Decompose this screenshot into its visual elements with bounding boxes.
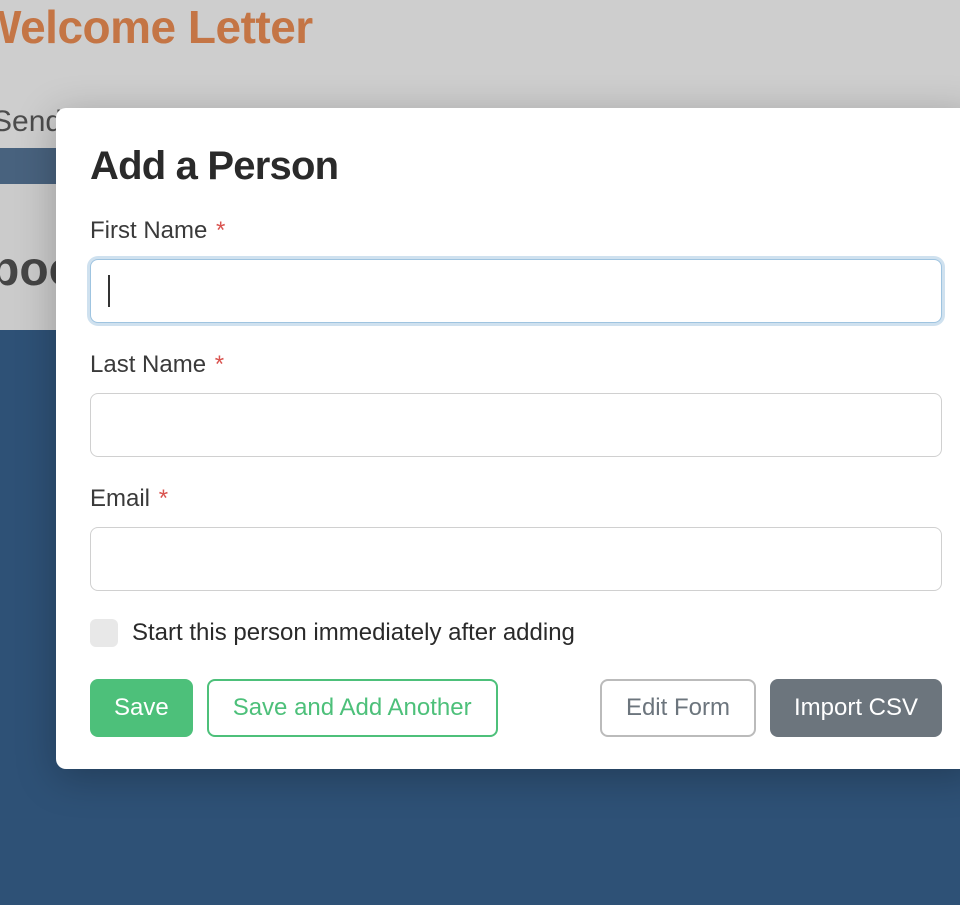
required-marker: * (215, 351, 224, 378)
text-cursor (108, 275, 110, 307)
first-name-label: First Name * (90, 217, 942, 245)
last-name-label-text: Last Name (90, 351, 206, 378)
start-immediately-checkbox[interactable] (90, 619, 118, 647)
add-person-modal: Add a Person First Name * Last Name * Em… (56, 108, 960, 769)
first-name-input[interactable] (90, 259, 942, 323)
edit-form-button[interactable]: Edit Form (600, 679, 756, 737)
first-name-group: First Name * (90, 217, 942, 323)
modal-button-row: Save Save and Add Another Edit Form Impo… (90, 679, 942, 737)
email-label: Email * (90, 485, 942, 513)
last-name-label: Last Name * (90, 351, 942, 379)
email-input[interactable] (90, 527, 942, 591)
required-marker: * (159, 485, 168, 512)
first-name-input-wrapper (90, 259, 942, 323)
email-group: Email * (90, 485, 942, 591)
save-button[interactable]: Save (90, 679, 193, 737)
start-immediately-label: Start this person immediately after addi… (132, 619, 575, 647)
required-marker: * (216, 217, 225, 244)
modal-title: Add a Person (90, 144, 942, 189)
import-csv-button[interactable]: Import CSV (770, 679, 942, 737)
email-label-text: Email (90, 485, 150, 512)
last-name-group: Last Name * (90, 351, 942, 457)
start-immediately-row: Start this person immediately after addi… (90, 619, 942, 647)
first-name-label-text: First Name (90, 217, 207, 244)
save-add-another-button[interactable]: Save and Add Another (207, 679, 498, 737)
last-name-input[interactable] (90, 393, 942, 457)
